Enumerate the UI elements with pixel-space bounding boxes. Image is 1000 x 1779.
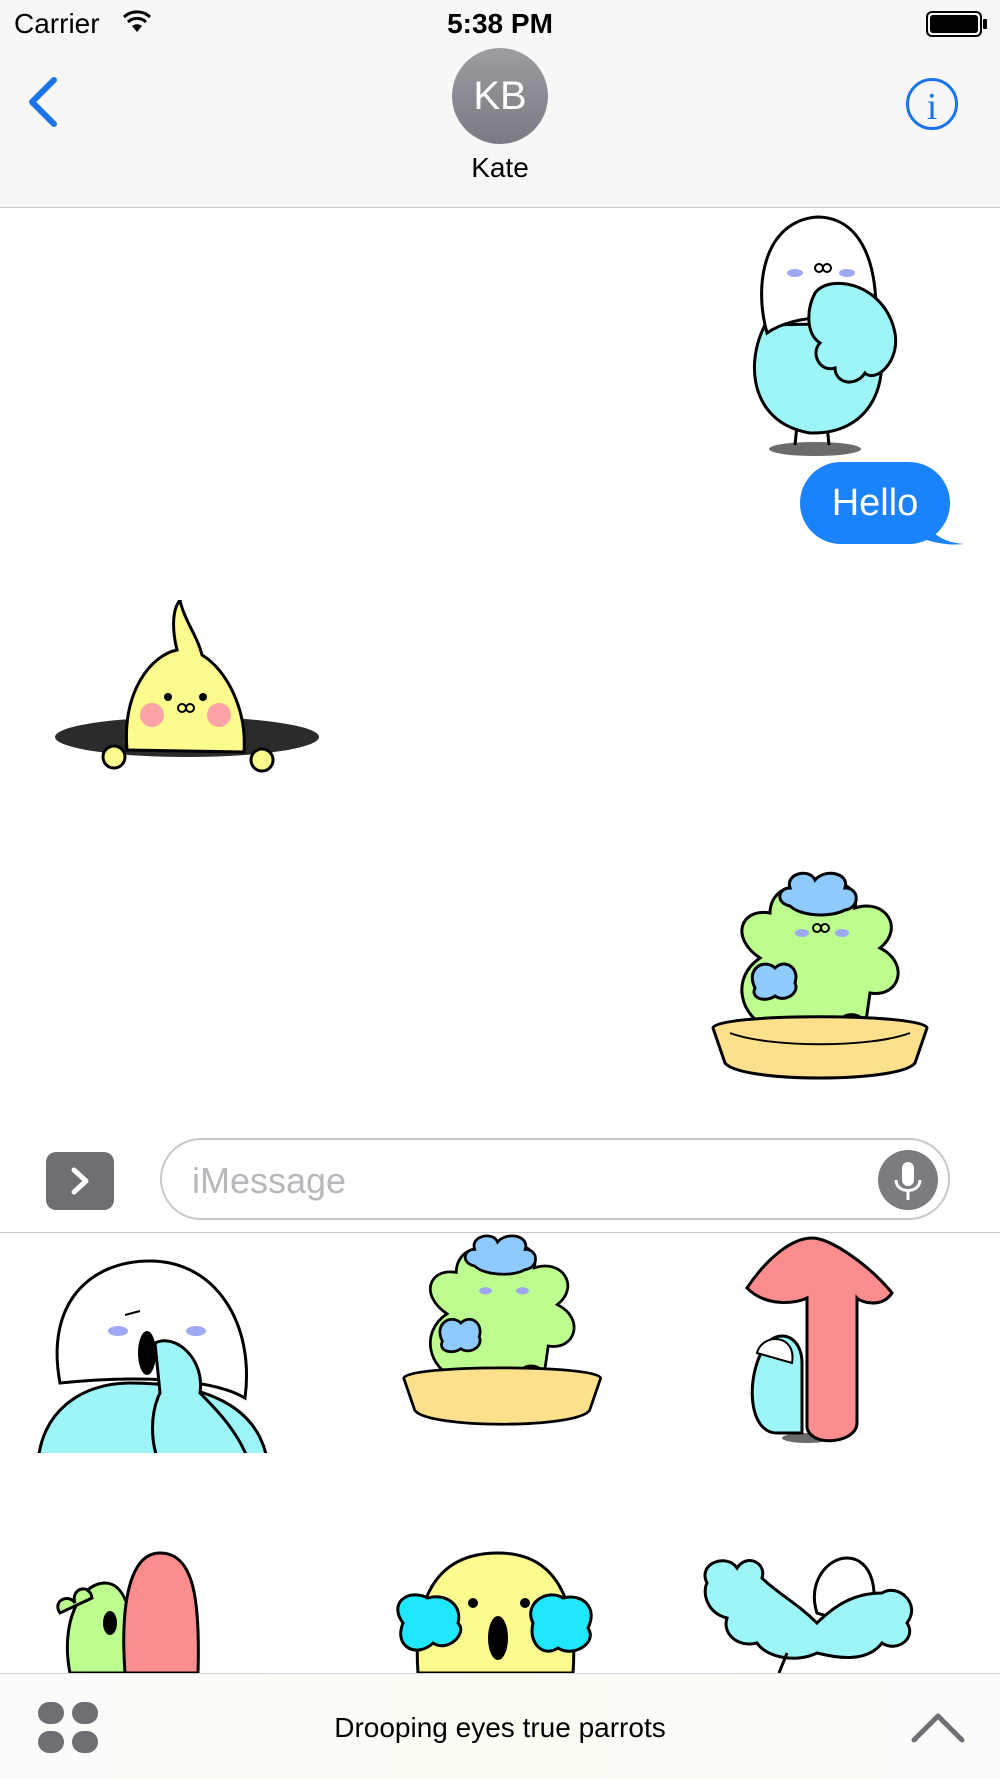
sticker-drawer bbox=[0, 1233, 1000, 1673]
sticker-option-mushroom-parakeet[interactable] bbox=[667, 1233, 1000, 1453]
mic-icon[interactable] bbox=[878, 1150, 938, 1210]
battery-icon bbox=[926, 11, 987, 37]
chevron-up-icon[interactable] bbox=[910, 1708, 966, 1744]
bubble-tail bbox=[918, 510, 964, 545]
sticker-option-stretching-parakeet[interactable] bbox=[667, 1453, 1000, 1673]
drawer-title: Drooping eyes true parrots bbox=[334, 1712, 666, 1743]
received-sticker-cockatiel[interactable] bbox=[52, 600, 322, 775]
apps-toggle-icon[interactable] bbox=[46, 1152, 114, 1210]
sticker-option-green-parakeet-peeking[interactable] bbox=[0, 1453, 333, 1673]
info-icon[interactable]: i bbox=[906, 78, 958, 130]
sent-sticker-blue-parakeet[interactable] bbox=[735, 213, 905, 458]
sent-sticker-green-parakeet-basket[interactable] bbox=[710, 868, 930, 1086]
message-placeholder: iMessage bbox=[192, 1160, 347, 1201]
drawer-footer: Drooping eyes true parrots bbox=[0, 1673, 1000, 1779]
status-bar: Carrier 5:38 PM bbox=[0, 0, 1000, 50]
contact-avatar[interactable]: KB bbox=[452, 48, 548, 144]
sticker-option-green-parakeet-basket[interactable] bbox=[333, 1233, 666, 1453]
back-chevron-icon[interactable] bbox=[20, 72, 70, 132]
compose-bar: iMessage bbox=[0, 1120, 1000, 1233]
sticker-option-crying-cockatiel[interactable] bbox=[333, 1453, 666, 1673]
contact-name[interactable]: Kate bbox=[0, 152, 1000, 184]
message-input[interactable]: iMessage bbox=[160, 1138, 950, 1220]
sticker-option-yawning-parakeet[interactable] bbox=[0, 1233, 333, 1453]
status-time: 5:38 PM bbox=[447, 8, 553, 39]
